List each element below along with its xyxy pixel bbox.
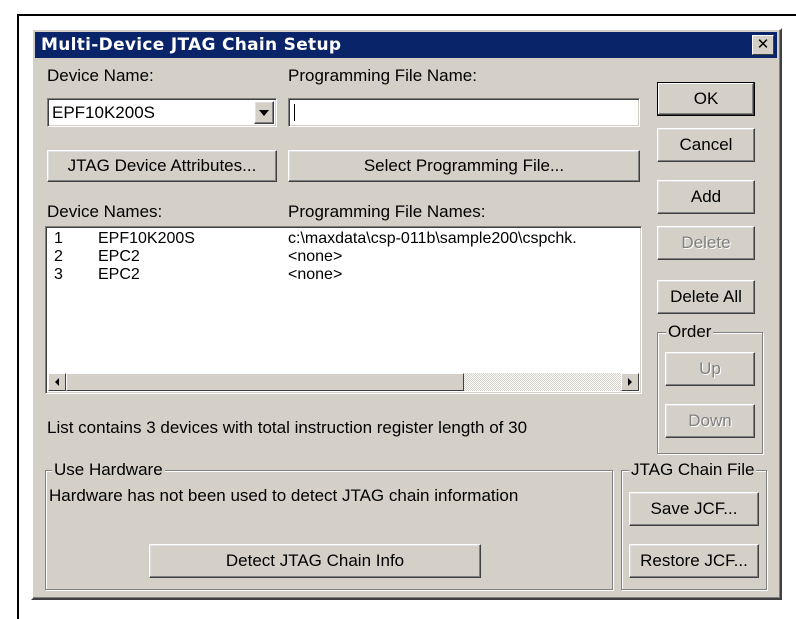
row-index: 2 [54,248,63,265]
delete-label: Delete [681,233,731,252]
row-file: <none> [288,248,343,265]
horizontal-scrollbar[interactable] [48,373,639,391]
add-label: Add [690,187,722,206]
jtag-chain-dialog: Multi-Device JTAG Chain Setup ✕ Device N… [31,28,782,600]
dropdown-button[interactable] [254,101,274,124]
jtag-device-attributes-label: JTAG Device Attributes... [67,156,257,175]
use-hardware-group-title: Use Hardware [52,460,165,480]
save-jcf-label: Save JCF... [650,499,738,518]
delete-all-label: Delete All [670,287,742,306]
chevron-down-icon [259,109,269,116]
save-jcf-button[interactable]: Save JCF... [629,492,759,526]
cancel-label: Cancel [679,135,733,154]
text-caret [294,104,295,121]
programming-file-names-label: Programming File Names: [288,202,486,221]
ok-label: OK [693,89,719,108]
hardware-message: Hardware has not been used to detect JTA… [49,486,519,505]
detect-jtag-chain-info-button[interactable]: Detect JTAG Chain Info [149,544,481,578]
title-bar: Multi-Device JTAG Chain Setup ✕ [35,32,777,58]
add-button[interactable]: Add [657,180,755,214]
order-group-title: Order [666,322,714,342]
jtag-device-attributes-button[interactable]: JTAG Device Attributes... [47,150,277,182]
scroll-right-button[interactable] [621,373,639,391]
scroll-left-button[interactable] [48,373,66,391]
device-name-label: Device Name: [47,66,154,85]
up-button[interactable]: Up [665,352,755,386]
device-name-select[interactable]: EPF10K200S [47,98,277,127]
row-file: c:\maxdata\csp-011b\sample200\cspchk. [288,230,577,247]
frame-top-line [17,14,796,16]
arrow-left-icon [55,378,59,386]
device-names-label: Device Names: [47,202,163,221]
down-button[interactable]: Down [665,404,755,438]
row-index: 3 [54,266,63,283]
cancel-button[interactable]: Cancel [657,128,755,162]
row-device: EPF10K200S [98,230,195,247]
row-index: 1 [54,230,63,247]
down-label: Down [688,411,732,430]
list-row-1[interactable]: 1 EPF10K200S c:\maxdata\csp-011b\sample2… [46,230,641,249]
close-icon: ✕ [756,36,770,53]
delete-button[interactable]: Delete [657,226,755,260]
select-programming-file-label: Select Programming File... [363,156,565,175]
programming-file-input[interactable] [288,98,640,127]
select-programming-file-button[interactable]: Select Programming File... [288,150,640,182]
list-row-3[interactable]: 3 EPC2 <none> [46,266,641,285]
programming-file-name-label: Programming File Name: [288,66,477,85]
delete-all-button[interactable]: Delete All [657,280,755,314]
detect-jtag-chain-info-label: Detect JTAG Chain Info [225,551,405,570]
list-row-2[interactable]: 2 EPC2 <none> [46,248,641,267]
restore-jcf-button[interactable]: Restore JCF... [629,544,759,578]
arrow-right-icon [628,378,632,386]
jtag-chain-file-group-title: JTAG Chain File [629,460,757,480]
scroll-thumb[interactable] [66,373,464,391]
scroll-track[interactable] [464,373,621,391]
row-file: <none> [288,266,343,283]
device-name-select-value: EPF10K200S [52,103,156,122]
dialog-title: Multi-Device JTAG Chain Setup [41,35,342,55]
row-device: EPC2 [98,266,140,283]
ok-button[interactable]: OK [657,82,755,116]
up-label: Up [699,359,721,378]
frame-left-line [17,14,19,619]
status-text: List contains 3 devices with total instr… [47,418,528,437]
restore-jcf-label: Restore JCF... [640,551,748,570]
row-device: EPC2 [98,248,140,265]
close-button[interactable]: ✕ [752,35,774,55]
device-list[interactable]: 1 EPF10K200S c:\maxdata\csp-011b\sample2… [45,226,642,394]
